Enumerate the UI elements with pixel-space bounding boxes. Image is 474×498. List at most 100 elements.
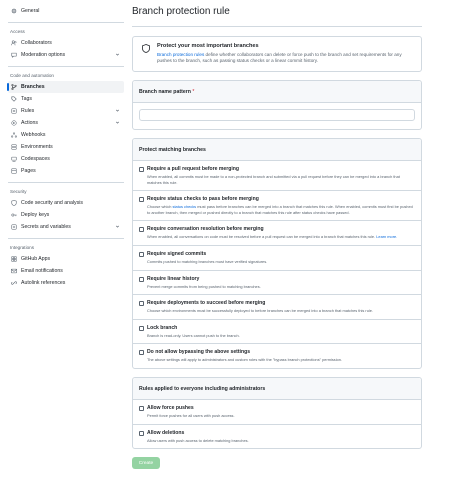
sidebar-item-secrets[interactable]: Secrets and variables [8, 221, 124, 233]
rule-allow-deletions: Allow deletions Allow users with push ac… [133, 425, 421, 449]
sidebar-section-code: Code and automation [10, 73, 54, 78]
page-title: Branch protection rule [132, 6, 230, 17]
webhook-icon [11, 132, 17, 138]
sidebar-item-rules[interactable]: Rules [8, 105, 124, 117]
sidebar-item-general[interactable]: General [8, 5, 124, 17]
rule-title: Do not allow bypassing the above setting… [147, 349, 251, 356]
sidebar-section-integrations: Integrations [10, 245, 35, 250]
server-icon [11, 144, 17, 150]
branch-pattern-body [133, 103, 421, 129]
asterisk-icon [11, 224, 17, 230]
rule-require-deployments: Require deployments to succeed before me… [133, 295, 421, 320]
title-divider [132, 26, 422, 27]
status-checks-link[interactable]: status checks [173, 204, 197, 209]
rule-require-pull-request: Require a pull request before merging Wh… [133, 161, 421, 192]
create-button[interactable]: Create [132, 457, 160, 470]
sidebar-item-label: Moderation options [21, 52, 66, 58]
rule-description: Prevent merge commits from being pushed … [147, 283, 261, 289]
rule-title: Require deployments to succeed before me… [147, 300, 266, 307]
required-mark: * [192, 89, 195, 95]
tag-icon [11, 96, 17, 102]
rule-require-linear-history: Require linear history Prevent merge com… [133, 271, 421, 296]
rule-title: Lock branch [147, 324, 178, 331]
sidebar-item-environments[interactable]: Environments [8, 141, 124, 153]
sidebar-item-moderation-options[interactable]: Moderation options [8, 49, 124, 61]
rule-description: Allow users with push access to delete m… [147, 437, 249, 443]
sidebar-item-label: Autolink references [21, 280, 66, 286]
rule-title: Allow force pushes [147, 404, 194, 411]
rule-no-bypass: Do not allow bypassing the above setting… [133, 344, 421, 368]
sidebar-item-label: General [21, 8, 40, 14]
chevron-down-icon [116, 53, 119, 56]
promo-body: Branch protection rules define whether c… [157, 52, 413, 65]
rule-allow-force-pushes: Allow force pushes Permit force pushes f… [133, 400, 421, 425]
rule-description: Permit force pushes for all users with p… [147, 412, 235, 418]
sidebar-section-security: Security [10, 189, 27, 194]
sidebar-item-email-notifications[interactable]: Email notifications [8, 265, 124, 277]
rule-checkbox[interactable] [139, 430, 144, 436]
branch-pattern-label: Branch name pattern [139, 89, 191, 95]
branch-pattern-header: Branch name pattern * [133, 81, 421, 103]
shield-icon [142, 44, 150, 53]
link-icon [11, 280, 17, 286]
branch-protection-rules-link[interactable]: Branch protection rules [157, 52, 204, 57]
sidebar-item-code-security[interactable]: Code security and analysis [8, 197, 124, 209]
promo-title: Protect your most important branches [157, 43, 259, 49]
sidebar-item-codespaces[interactable]: Codespaces [8, 153, 124, 165]
branch-icon [11, 84, 17, 90]
rule-title: Require signed commits [147, 250, 207, 257]
rule-require-signed-commits: Require signed commits Commits pushed to… [133, 246, 421, 271]
sidebar-item-pages[interactable]: Pages [8, 165, 124, 177]
key-icon [11, 212, 17, 218]
rule-checkbox[interactable] [139, 276, 144, 282]
chevron-down-icon [116, 121, 119, 124]
sidebar-divider [8, 182, 124, 183]
rule-checkbox[interactable] [139, 301, 144, 307]
rule-description-text: When enabled, all conversations on code … [147, 234, 376, 240]
codespaces-icon [11, 156, 17, 162]
apps-icon [11, 256, 17, 262]
branch-name-pattern-input[interactable] [139, 109, 415, 121]
rule-checkbox[interactable] [139, 350, 144, 356]
sidebar-item-label: Collaborators [21, 40, 52, 46]
rule-lock-branch: Lock branch Branch is read-only. Users c… [133, 320, 421, 345]
main-content: Branch protection rule Protect your most… [132, 4, 422, 470]
sidebar-item-label: Deploy keys [21, 212, 50, 218]
rule-checkbox[interactable] [139, 197, 144, 203]
sidebar-item-label: Webhooks [21, 132, 46, 138]
rule-checkbox[interactable] [139, 251, 144, 257]
promo-box: Protect your most important branches Bra… [132, 36, 422, 72]
sidebar-item-deploy-keys[interactable]: Deploy keys [8, 209, 124, 221]
sidebar-item-tags[interactable]: Tags [8, 93, 124, 105]
gear-icon [11, 8, 17, 14]
sidebar-item-actions[interactable]: Actions [8, 117, 124, 129]
sidebar-item-branches[interactable]: Branches [7, 81, 124, 93]
rule-checkbox[interactable] [139, 167, 144, 172]
rule-description: The above settings will apply to adminis… [147, 357, 343, 363]
comment-icon [11, 52, 17, 58]
chevron-down-icon [116, 225, 119, 228]
sidebar-divider [8, 66, 124, 67]
protect-matching-box: Protect matching branches Require a pull… [132, 138, 422, 369]
rule-checkbox[interactable] [139, 325, 144, 331]
rule-checkbox[interactable] [139, 227, 144, 233]
mail-icon [11, 268, 17, 274]
rules-icon [11, 108, 17, 114]
protect-matching-header: Protect matching branches [133, 139, 421, 161]
sidebar-item-github-apps[interactable]: GitHub Apps [8, 253, 124, 265]
rule-description-text: Choose which [147, 204, 173, 210]
sidebar-item-autolink-references[interactable]: Autolink references [8, 277, 124, 289]
sidebar-item-label: Secrets and variables [21, 224, 71, 230]
sidebar-item-label: Branches [21, 84, 45, 90]
chevron-down-icon [116, 109, 119, 112]
learn-more-link[interactable]: Learn more. [376, 234, 397, 239]
sidebar-item-label: GitHub Apps [21, 256, 51, 262]
rule-description: Branch is read-only. Users cannot push t… [147, 332, 240, 338]
sidebar-item-label: Pages [21, 168, 36, 174]
rule-title: Require status checks to pass before mer… [147, 196, 259, 203]
sidebar-item-label: Actions [21, 120, 39, 126]
rule-require-status-checks: Require status checks to pass before mer… [133, 191, 421, 222]
sidebar-item-collaborators[interactable]: Collaborators [8, 37, 124, 49]
sidebar-item-webhooks[interactable]: Webhooks [8, 129, 124, 141]
rule-checkbox[interactable] [139, 405, 144, 411]
